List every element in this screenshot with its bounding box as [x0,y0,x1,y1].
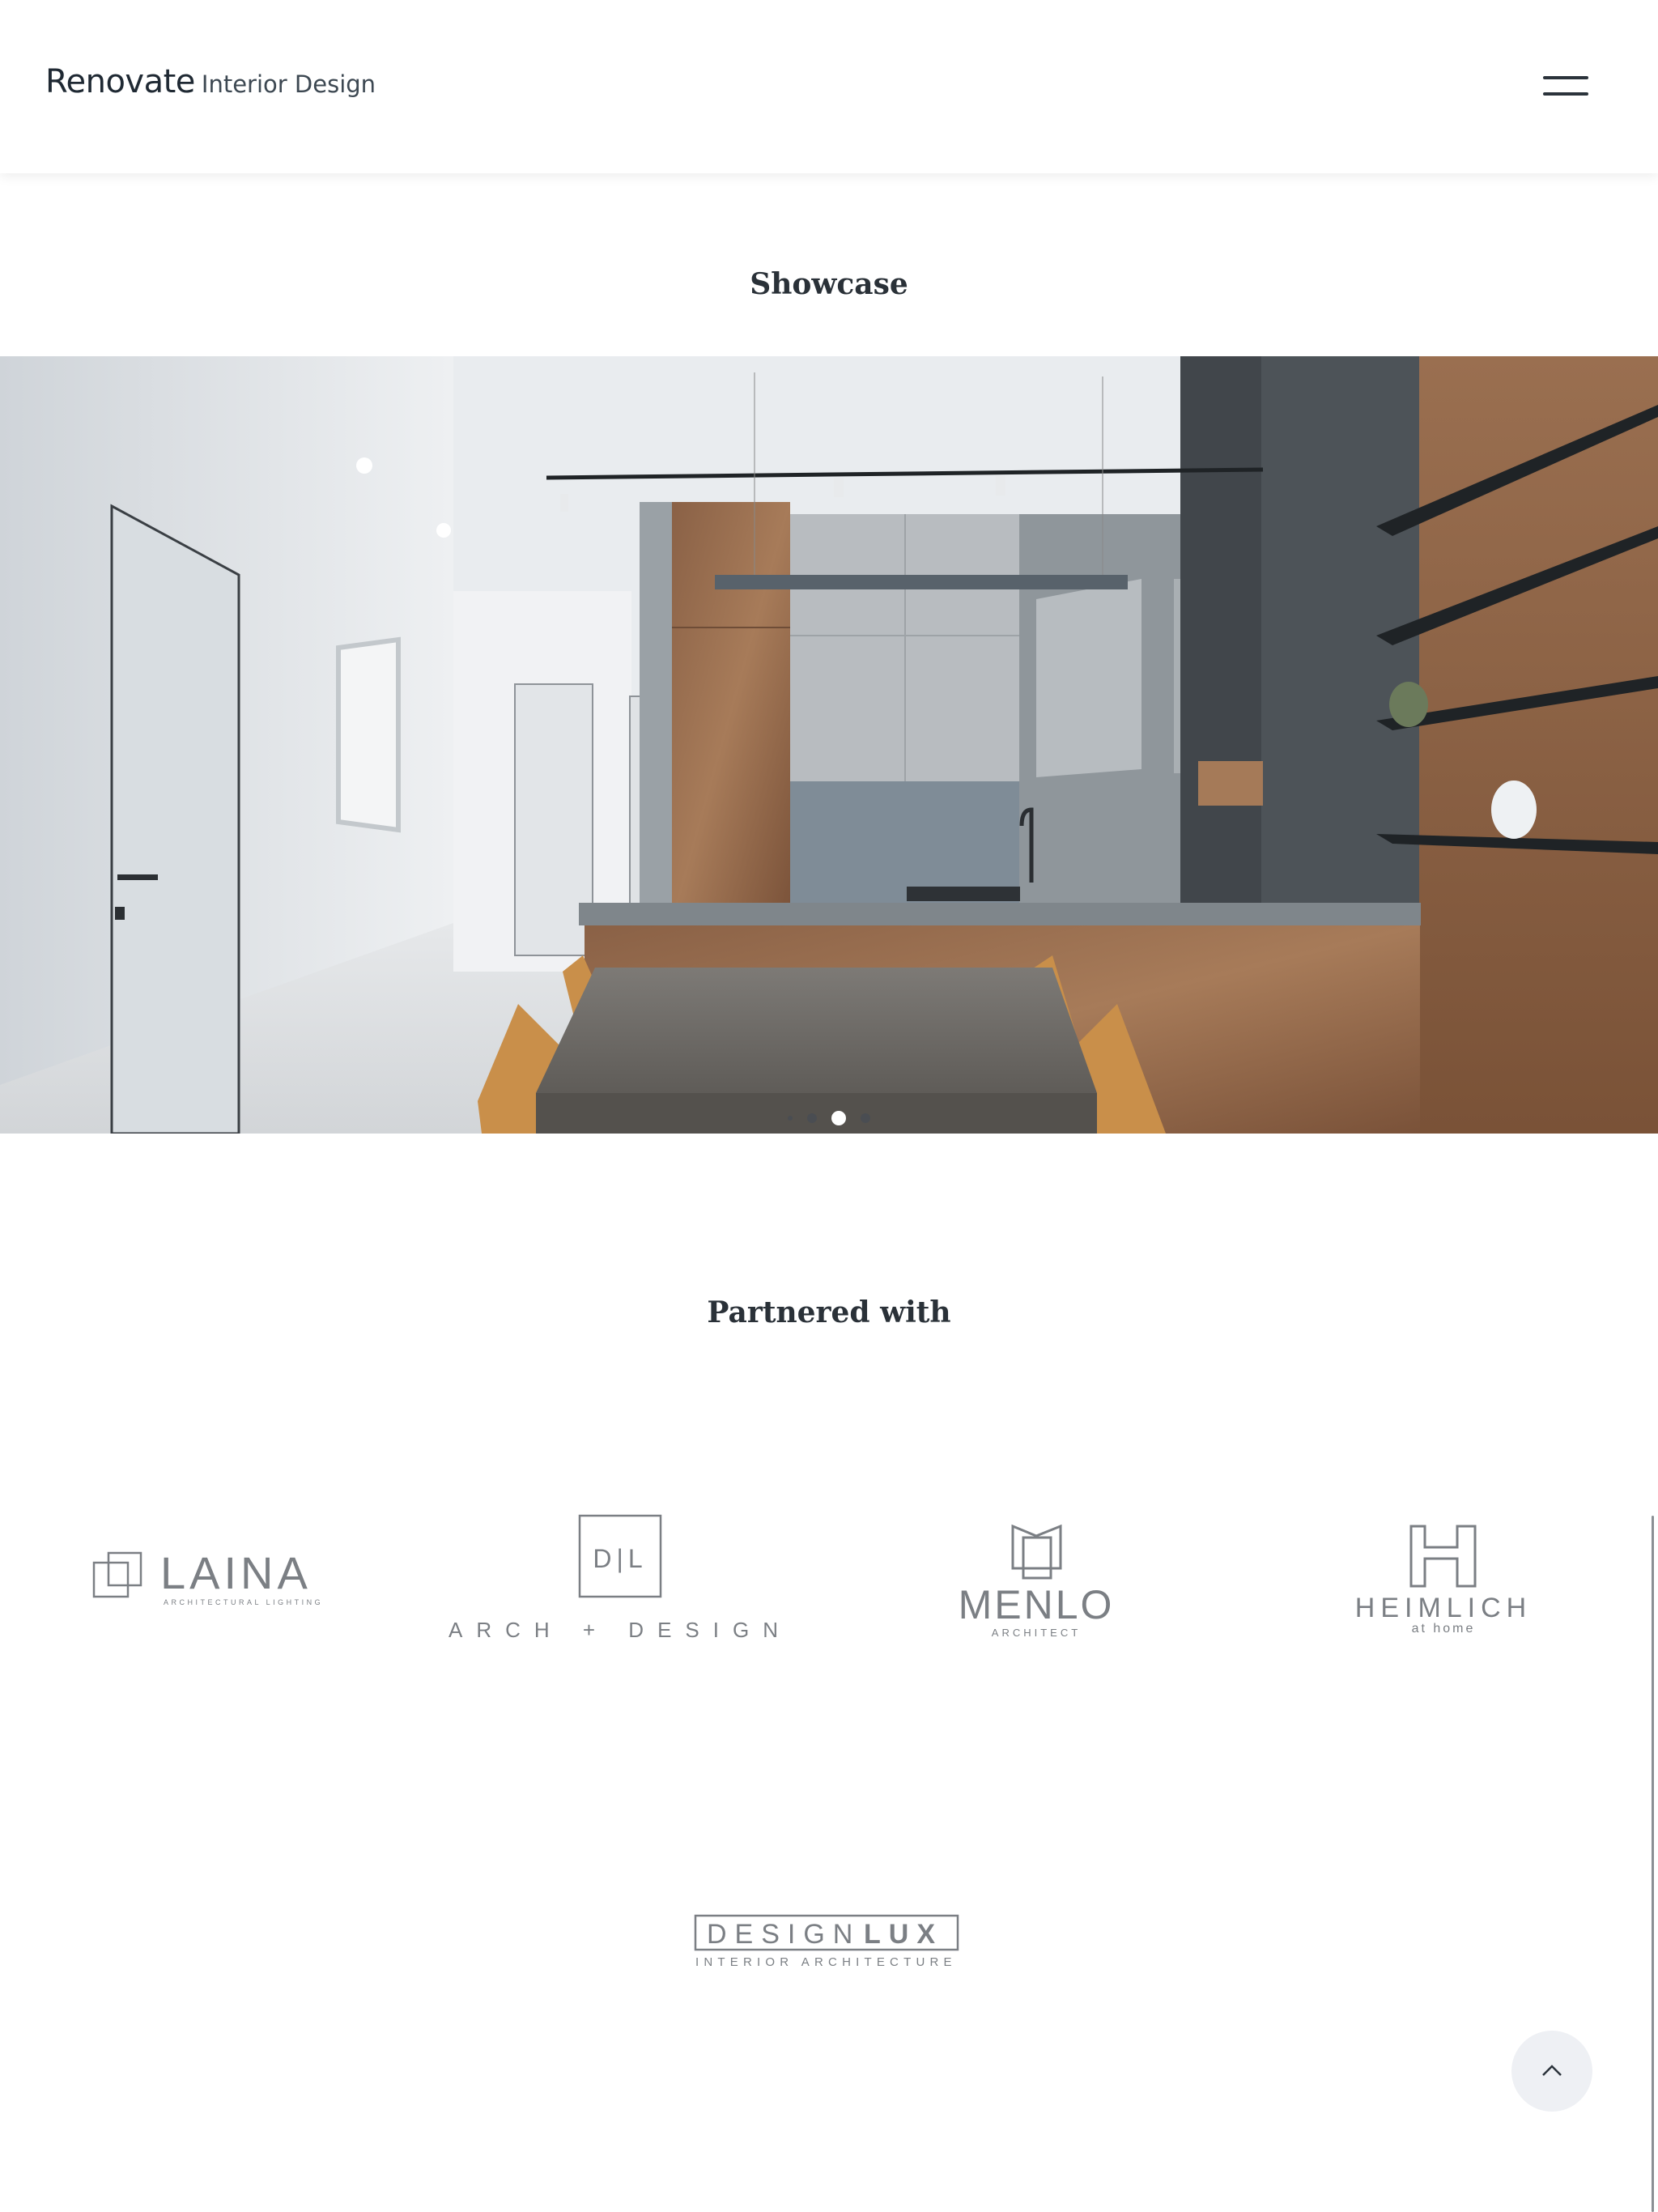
dl-monogram: D|L [593,1544,647,1573]
partner-logo-menlo[interactable]: MENLO ARCHITECT [955,1518,1117,1648]
designlux-name-light: DESIGN [707,1919,861,1950]
partner-logo-dl-arch-design[interactable]: D|L ARCH + DESIGN [449,1514,778,1644]
hamburger-menu-icon[interactable] [1543,71,1592,104]
partner-logo-heimlich[interactable]: HEIMLICH at home [1352,1518,1538,1648]
slide-dot-3-active[interactable] [831,1111,846,1125]
laina-name: LAINA [160,1547,312,1598]
scroll-to-top-button[interactable] [1511,2031,1592,2112]
slide-dot-1[interactable] [788,1116,793,1121]
showcase-photo [0,356,1658,1134]
slider-pagination [0,1111,1658,1125]
menlo-name: MENLO [959,1582,1115,1627]
heimlich-name: HEIMLICH [1355,1593,1532,1623]
partner-logo-designlux[interactable]: DESIGN LUX INTERIOR ARCHITECTURE [692,1911,967,1976]
heimlich-tagline: at home [1412,1622,1476,1636]
slide-dot-2[interactable] [807,1113,817,1123]
slide-dot-4[interactable] [861,1113,870,1123]
menu-line-top [1543,76,1588,79]
laina-tagline: ARCHITECTURAL LIGHTING [164,1598,323,1606]
chevron-up-icon [1542,2065,1562,2076]
brand-name: Renovate [45,63,195,100]
partner-logo-laina[interactable]: LAINA ARCHITECTURAL LIGHTING [89,1546,332,1619]
partners-title: Partnered with [707,1295,951,1329]
menu-line-bottom [1543,92,1588,96]
showcase-slider[interactable] [0,356,1658,1134]
menlo-tagline: ARCHITECT [992,1627,1081,1639]
designlux-tagline: INTERIOR ARCHITECTURE [695,1955,957,1969]
brand-tagline: Interior Design [201,70,376,98]
showcase-title: Showcase [750,267,908,301]
brand-logo[interactable]: Renovate Interior Design [45,63,376,100]
site-header: Renovate Interior Design [0,0,1658,173]
dl-tagline: ARCH + DESIGN [449,1618,792,1642]
page-scrollbar[interactable] [1652,1516,1654,2212]
designlux-name-bold: LUX [864,1919,943,1950]
